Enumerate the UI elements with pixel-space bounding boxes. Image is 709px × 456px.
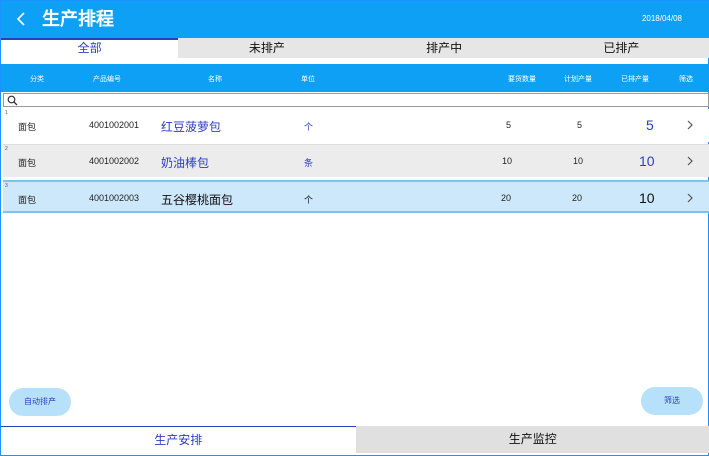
row-planned-qty: 5: [577, 120, 583, 130]
table-row[interactable]: 1 面包 4001002001 红豆菠萝包 个 5 5 5: [3, 109, 709, 142]
search-icon: [7, 95, 18, 106]
row-name: 红豆菠萝包: [161, 120, 222, 134]
row-name: 奶油棒包: [161, 156, 210, 170]
row-unit: 个: [304, 122, 314, 132]
row-index: 1: [5, 110, 8, 116]
chevron-right-icon[interactable]: [685, 155, 695, 167]
column-filter[interactable]: 筛选: [679, 74, 693, 84]
chevron-right-icon[interactable]: [685, 119, 695, 131]
row-planned-qty: 10: [573, 156, 584, 166]
row-index: 3: [5, 183, 8, 189]
column-scheduled-qty: 已排产量: [621, 76, 649, 83]
row-required-qty: 10: [502, 156, 513, 166]
row-product-code: 4001002001: [89, 120, 140, 130]
row-index: 2: [5, 146, 8, 152]
row-product-code: 4001002002: [89, 156, 140, 166]
table-row[interactable]: 2 面包 4001002002 奶油棒包 条 10 10 10: [3, 144, 709, 177]
app-header: 生产排程 2018/04/08: [1, 1, 709, 38]
column-unit: 单位: [301, 76, 315, 83]
auto-schedule-button[interactable]: 自动排产: [9, 388, 71, 416]
tab-unscheduled[interactable]: 未排产: [178, 38, 356, 58]
chevron-right-icon[interactable]: [685, 192, 695, 204]
header-date: 2018/04/08: [641, 14, 682, 23]
row-category: 面包: [18, 195, 37, 205]
row-scheduled-qty: 10: [639, 190, 655, 206]
tab-all[interactable]: 全部: [1, 38, 179, 58]
chevron-left-icon[interactable]: [13, 10, 31, 28]
row-category: 面包: [18, 122, 37, 132]
filter-button[interactable]: 筛选: [641, 387, 703, 415]
column-category: 分类: [30, 76, 44, 83]
row-planned-qty: 20: [572, 193, 583, 203]
bottom-nav: 生产安排 生产监控: [1, 426, 709, 453]
tab-scheduling[interactable]: 排产中: [355, 38, 533, 58]
column-planned-qty: 计划产量: [564, 76, 592, 83]
app-frame: 生产排程 2018/04/08 全部 未排产 排产中 已排产 分类 产品编号 名…: [0, 0, 709, 456]
nav-production-monitoring[interactable]: 生产监控: [355, 426, 709, 453]
row-required-qty: 20: [501, 193, 512, 203]
tab-scheduled[interactable]: 已排产: [532, 38, 709, 58]
row-unit: 条: [304, 158, 314, 168]
row-required-qty: 5: [506, 120, 512, 130]
nav-production-arrangement[interactable]: 生产安排: [1, 426, 356, 453]
column-required-qty: 要货数量: [508, 76, 536, 83]
row-unit: 个: [304, 195, 314, 205]
row-scheduled-qty: 5: [646, 117, 654, 133]
page-title: 生产排程: [42, 9, 114, 29]
search-input[interactable]: [3, 93, 709, 107]
row-scheduled-qty: 10: [639, 153, 655, 169]
table-header: 分类 产品编号 名称 单位 要货数量 计划产量 已排产量 筛选: [1, 64, 709, 92]
column-name: 名称: [208, 76, 222, 83]
row-category: 面包: [18, 158, 37, 168]
column-product-code: 产品编号: [93, 76, 121, 83]
status-tabs: 全部 未排产 排产中 已排产: [1, 38, 709, 58]
table-row-selected[interactable]: 3 面包 4001002003 五谷樱桃面包 个 20 20 10: [3, 180, 709, 213]
row-name: 五谷樱桃面包: [161, 193, 234, 207]
row-product-code: 4001002003: [89, 193, 140, 203]
